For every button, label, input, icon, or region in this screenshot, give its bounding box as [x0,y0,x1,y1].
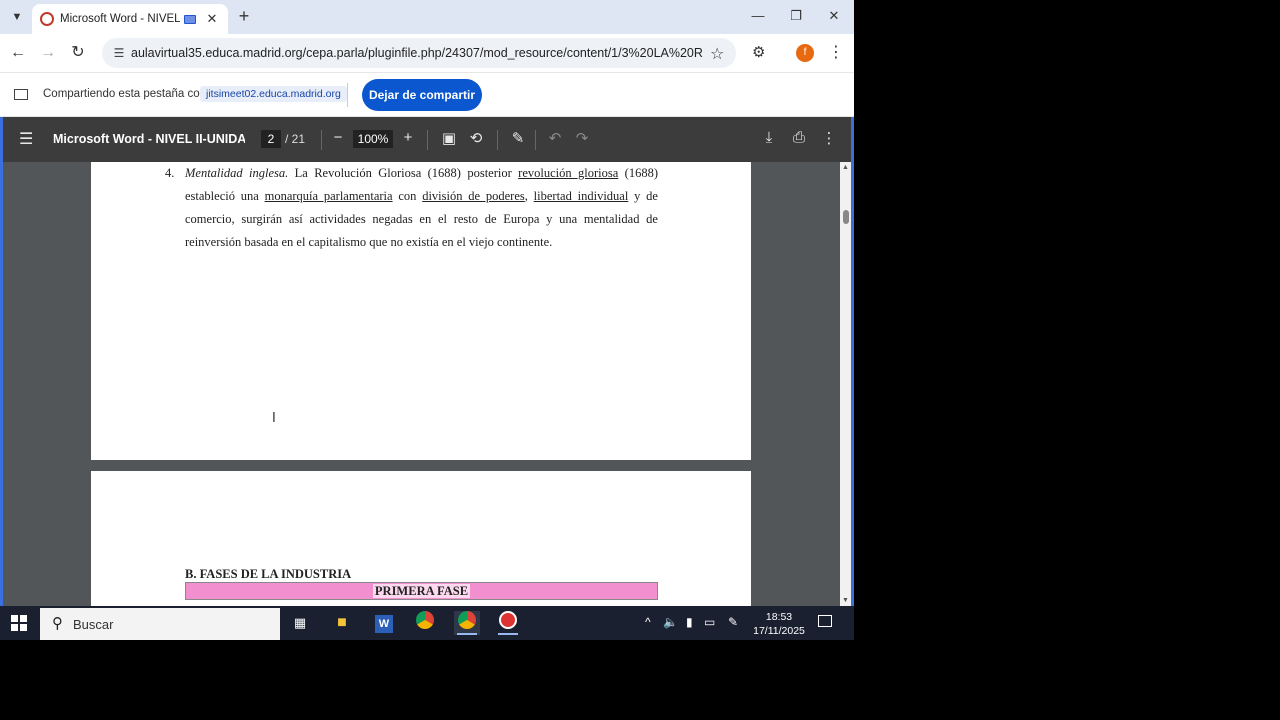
browser-menu-icon[interactable]: ⋮ [828,42,844,62]
browser-window: ▼ Microsoft Word - NIVEL II-I ✕ + — ❐ ✕ … [0,0,854,640]
download-icon[interactable]: ⤓ [759,129,779,146]
close-tab-icon[interactable]: ✕ [205,11,219,27]
annotate-icon[interactable]: ✎ [508,129,528,147]
pdf-toolbar: ☰ Microsoft Word - NIVEL II-UNIDA... 2 /… [0,117,854,162]
table-header-text: PRIMERA FASE [372,584,471,598]
file-explorer-icon[interactable]: ■ [329,611,355,635]
text-cursor-icon: I [272,411,276,426]
tab-sharing-icon [184,14,196,24]
pdf-page: 4. Mentalidad inglesa. La Revolución Glor… [91,162,751,460]
redo-icon[interactable]: ↷ [572,129,592,147]
restore-icon[interactable]: ❐ [778,4,814,28]
tab-sharing-bar: Compartiendo esta pestaña con jitsimeet0… [0,72,854,117]
forward-icon[interactable]: → [36,41,60,65]
microphone-icon[interactable]: ▮ [686,615,693,629]
jitsi-app-icon[interactable] [495,611,521,635]
browser-tab[interactable]: Microsoft Word - NIVEL II-I ✕ [32,4,228,34]
list-number: 4. [165,166,175,180]
hamburger-menu-icon[interactable]: ☰ [19,129,33,149]
favicon-icon [40,12,54,26]
divider [427,130,428,150]
address-bar[interactable]: ☰ aulavirtual35.educa.madrid.org/cepa.pa… [102,38,736,68]
more-options-icon[interactable]: ⋮ [819,129,839,147]
new-tab-button[interactable]: + [234,6,254,28]
volume-icon[interactable]: 🔈 [663,615,678,629]
windows-start-icon[interactable] [11,615,27,631]
text-segment: , [524,189,534,203]
active-app-indicator [457,633,477,635]
chevron-up-icon[interactable]: ^ [645,615,651,629]
zoom-out-icon[interactable]: − [328,129,348,146]
tab-search-button[interactable]: ▼ [6,6,28,28]
undo-icon[interactable]: ↶ [545,129,565,147]
clock-time: 18:53 [765,611,793,623]
zoom-input[interactable]: 100% [353,130,393,148]
scroll-thumb[interactable] [843,210,849,224]
divider [535,130,536,150]
page-total: / 21 [285,132,306,146]
link-monarquia-parlamentaria[interactable]: monarquía parlamentaria [265,189,393,203]
link-libertad-individual[interactable]: libertad individual [534,189,629,203]
screen-share-icon [14,89,28,100]
sharing-origin: jitsimeet02.educa.madrid.org [200,86,347,102]
minimize-icon[interactable]: — [740,4,776,28]
pdf-title: Microsoft Word - NIVEL II-UNIDA... [53,132,245,146]
bookmark-star-icon[interactable]: ☆ [710,44,724,64]
site-info-icon[interactable]: ☰ [112,46,126,60]
item-title: Mentalidad inglesa. [185,166,289,180]
chrome-profile-icon[interactable] [454,611,480,635]
paragraph-mentalidad-inglesa: 4. Mentalidad inglesa. La Revolución Glor… [165,162,658,254]
stop-sharing-button[interactable]: Dejar de compartir [362,79,482,111]
link-division-de-poderes[interactable]: división de poderes [422,189,525,203]
notifications-icon[interactable] [818,615,832,627]
pdf-canvas[interactable]: 4. Mentalidad inglesa. La Revolución Glor… [0,162,854,606]
page-number-input[interactable]: 2 [261,130,281,148]
task-view-icon[interactable]: ▦ [287,611,313,635]
search-placeholder: Buscar [73,617,114,632]
network-icon[interactable]: ▭ [704,615,715,629]
window-close-icon[interactable]: ✕ [816,4,852,28]
extensions-icon[interactable]: ⚙ [752,43,765,61]
fit-page-icon[interactable]: ▣ [439,129,459,147]
scroll-up-icon[interactable]: ▲ [840,164,851,171]
taskbar-search[interactable]: ⚲ Buscar [40,608,280,640]
tab-strip: ▼ Microsoft Word - NIVEL II-I ✕ + — ❐ ✕ [0,0,854,34]
zoom-in-icon[interactable]: + [398,129,418,146]
active-app-indicator [498,633,518,635]
link-revolucion-gloriosa[interactable]: revolución gloriosa [518,166,618,180]
search-icon: ⚲ [52,615,63,632]
sharing-label: Compartiendo esta pestaña con [43,88,207,100]
pen-icon[interactable]: ✎ [728,615,738,629]
divider [321,130,322,150]
back-icon[interactable]: ← [6,41,30,65]
windows-taskbar: ⚲ Buscar ▦ ■ W ^ 🔈 ▮ ▭ ✎ 18:53 17/11/202… [0,606,854,640]
word-icon[interactable]: W [371,611,397,635]
scroll-down-icon[interactable]: ▼ [840,597,851,604]
clock-date: 17/11/2025 [753,625,805,637]
text-segment: La Revolución Gloriosa (1688) posterior [288,166,519,180]
profile-avatar[interactable]: f [796,44,814,62]
tab-title: Microsoft Word - NIVEL II-I [60,13,180,25]
rotate-icon[interactable]: ⟲ [466,129,486,147]
taskbar-clock[interactable]: 18:53 17/11/2025 [752,610,806,638]
reload-icon[interactable]: ↻ [66,41,90,65]
divider [347,83,348,107]
print-icon[interactable]: ⎙ [789,129,809,146]
browser-toolbar: ← → ↻ ☰ aulavirtual35.educa.madrid.org/c… [0,34,854,72]
url-text[interactable]: aulavirtual35.educa.madrid.org/cepa.parl… [131,46,703,60]
pdf-page: B. FASES DE LA INDUSTRIA PRIMERA FASE [91,471,751,606]
table-header-row: PRIMERA FASE [185,582,658,600]
divider [497,130,498,150]
text-segment: con [392,189,423,203]
vertical-scrollbar[interactable]: ▲ ▼ [840,162,851,606]
section-heading: B. FASES DE LA INDUSTRIA [185,567,352,581]
chrome-icon[interactable] [412,611,438,635]
